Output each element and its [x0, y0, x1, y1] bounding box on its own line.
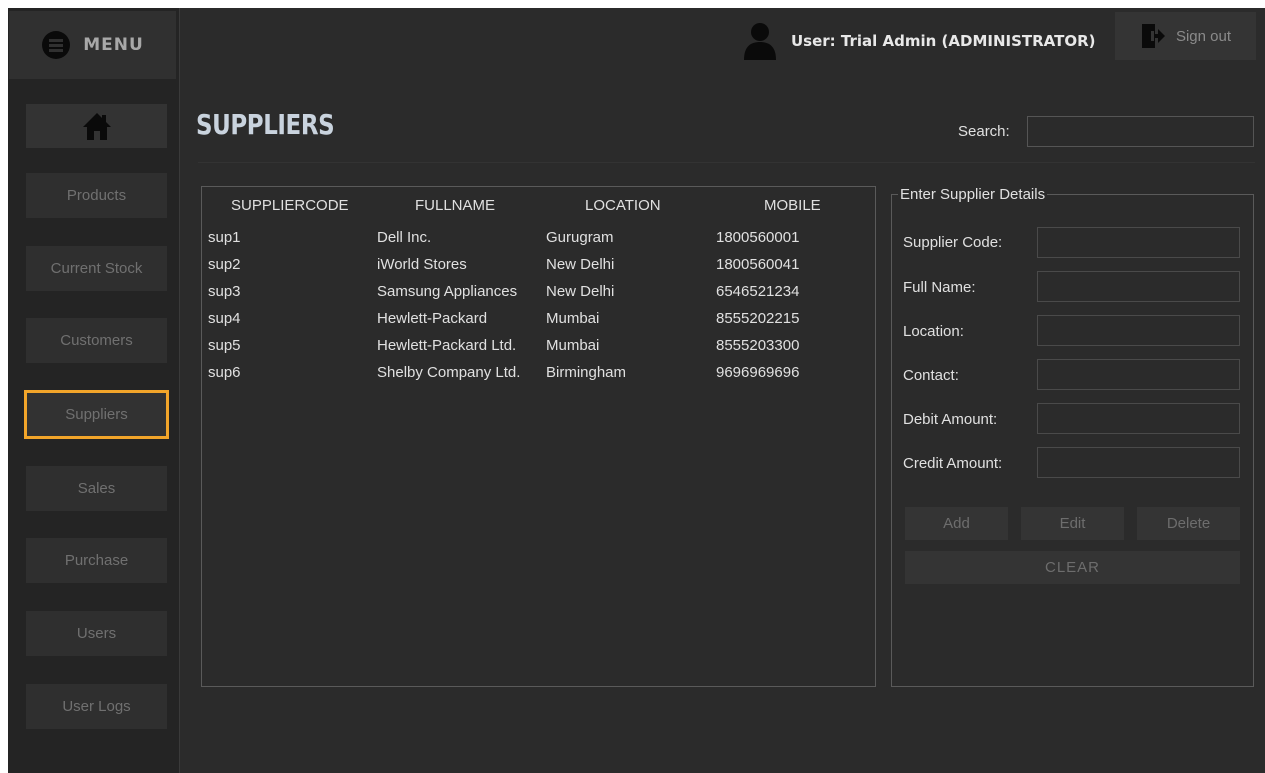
- home-icon: [82, 113, 111, 140]
- supplier-code-field[interactable]: [1037, 227, 1240, 258]
- cell-mobile: 1800560001: [716, 229, 800, 246]
- user-icon: [744, 23, 776, 60]
- cell-fullname: Samsung Appliances: [377, 283, 518, 300]
- cell-mobile: 6546521234: [716, 283, 800, 300]
- suppliers-table[interactable]: SUPPLIERCODE FULLNAME LOCATION MOBILE su…: [201, 186, 876, 687]
- search-input[interactable]: [1027, 116, 1254, 147]
- sidebar-item-user-logs[interactable]: User Logs: [26, 684, 167, 729]
- column-header-fullname[interactable]: FULLNAME: [415, 197, 495, 214]
- cell-fullname: Dell Inc.: [377, 229, 432, 246]
- cell-suppliercode: sup1: [208, 229, 241, 246]
- sidebar-item-sales[interactable]: Sales: [26, 466, 167, 511]
- sidebar-item-purchase[interactable]: Purchase: [26, 538, 167, 583]
- cell-location: Birmingham: [546, 364, 627, 381]
- sidebar-item-customers[interactable]: Customers: [26, 318, 167, 363]
- debit-amount-label: Debit Amount:: [903, 411, 998, 428]
- cell-location: Mumbai: [546, 337, 600, 354]
- column-header-mobile[interactable]: MOBILE: [764, 197, 821, 214]
- user-label: User: Trial Admin (ADMINISTRATOR): [791, 32, 1096, 50]
- menu-label: MENU: [83, 35, 144, 55]
- cell-mobile: 9696969696: [716, 364, 800, 381]
- sidebar-item-current-stock[interactable]: Current Stock: [26, 246, 167, 291]
- sidebar: MENU Products Current Stock Customers Su…: [8, 8, 180, 773]
- sidebar-item-suppliers[interactable]: Suppliers: [24, 390, 169, 439]
- sign-out-label: Sign out: [1175, 27, 1232, 45]
- full-name-field[interactable]: [1037, 271, 1240, 302]
- cell-suppliercode: sup6: [208, 364, 241, 381]
- current-user: User: Trial Admin (ADMINISTRATOR): [743, 22, 1096, 60]
- cell-location: New Delhi: [546, 283, 615, 300]
- debit-amount-field[interactable]: [1037, 403, 1240, 434]
- contact-field[interactable]: [1037, 359, 1240, 390]
- location-label: Location:: [903, 323, 964, 340]
- search-label: Search:: [958, 123, 1010, 140]
- cell-mobile: 1800560041: [716, 256, 800, 273]
- location-field[interactable]: [1037, 315, 1240, 346]
- credit-amount-field[interactable]: [1037, 447, 1240, 478]
- app-window: MENU Products Current Stock Customers Su…: [8, 8, 1265, 773]
- delete-button[interactable]: Delete: [1137, 507, 1240, 540]
- cell-suppliercode: sup3: [208, 283, 241, 300]
- home-button[interactable]: [26, 104, 167, 148]
- sign-out-icon: [1141, 24, 1165, 48]
- add-button[interactable]: Add: [905, 507, 1008, 540]
- cell-fullname: Hewlett-Packard: [377, 310, 488, 327]
- cell-mobile: 8555202215: [716, 310, 800, 327]
- column-header-location[interactable]: LOCATION: [585, 197, 661, 214]
- cell-fullname: Shelby Company Ltd.: [377, 364, 521, 381]
- sign-out-button[interactable]: Sign out: [1115, 12, 1256, 60]
- panel-legend: Enter Supplier Details: [898, 186, 1048, 203]
- page-title: SUPPLIERS: [196, 108, 335, 141]
- supplier-code-label: Supplier Code:: [903, 234, 1003, 251]
- cell-location: Mumbai: [546, 310, 600, 327]
- cell-fullname: iWorld Stores: [377, 256, 467, 273]
- cell-mobile: 8555203300: [716, 337, 800, 354]
- column-header-suppliercode[interactable]: SUPPLIERCODE: [231, 197, 349, 214]
- clear-button[interactable]: CLEAR: [905, 551, 1240, 584]
- contact-label: Contact:: [903, 367, 959, 384]
- cell-suppliercode: sup4: [208, 310, 241, 327]
- credit-amount-label: Credit Amount:: [903, 455, 1003, 472]
- cell-suppliercode: sup2: [208, 256, 241, 273]
- cell-fullname: Hewlett-Packard Ltd.: [377, 337, 517, 354]
- full-name-label: Full Name:: [903, 279, 976, 296]
- sidebar-item-users[interactable]: Users: [26, 611, 167, 656]
- supplier-details-panel: Enter Supplier Details Supplier Code: Fu…: [891, 186, 1254, 687]
- edit-button[interactable]: Edit: [1021, 507, 1124, 540]
- cell-location: Gurugram: [546, 229, 614, 246]
- header-divider: [198, 162, 1255, 163]
- cell-suppliercode: sup5: [208, 337, 241, 354]
- cell-location: New Delhi: [546, 256, 615, 273]
- menu-icon: [42, 31, 71, 59]
- sidebar-item-products[interactable]: Products: [26, 173, 167, 218]
- menu-button[interactable]: MENU: [9, 11, 176, 79]
